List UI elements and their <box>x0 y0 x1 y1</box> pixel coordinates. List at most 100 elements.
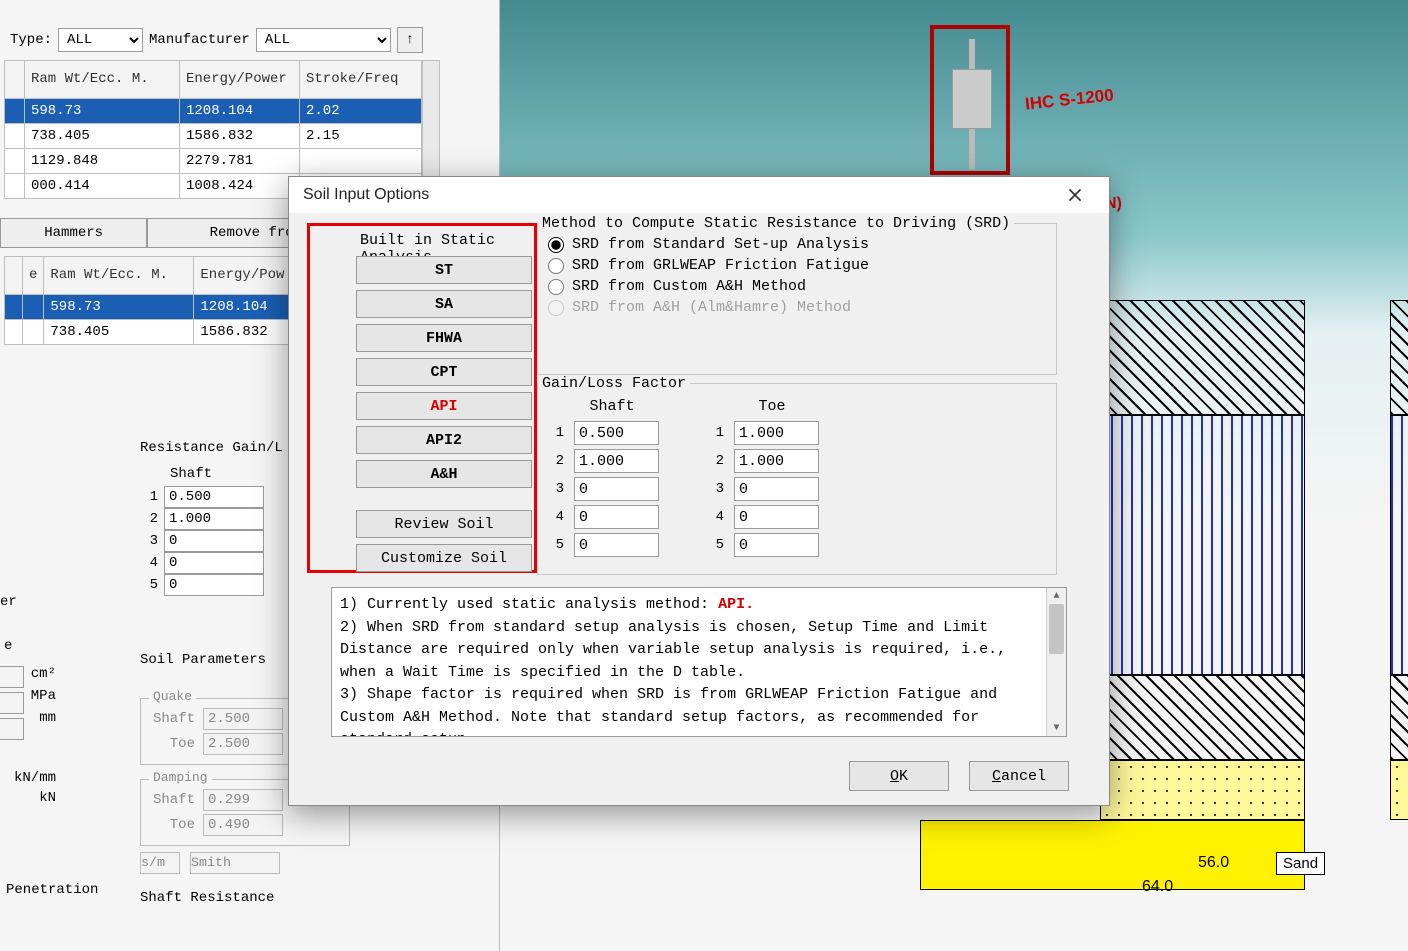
table-row[interactable]: 598.731208.104 <box>5 295 294 320</box>
srd-opt-custom-ah[interactable]: SRD from Custom A&H Method <box>548 278 1056 295</box>
method-api[interactable]: API <box>356 392 532 420</box>
radio-ah <box>548 300 564 316</box>
resistance-gain-loss: Resistance Gain/L Shaft 1 2 3 4 5 <box>140 440 300 596</box>
customize-soil-button[interactable]: Customize Soil <box>356 544 532 572</box>
dialog-title: Soil Input Options <box>303 186 429 204</box>
scroll-down-icon[interactable]: ▼ <box>1047 720 1066 736</box>
rgl-shaft-3[interactable] <box>164 530 264 552</box>
method-st[interactable]: ST <box>356 256 532 284</box>
srd-title: Method to Compute Static Resistance to D… <box>538 215 1014 232</box>
col-energy-2[interactable]: Energy/Pow <box>194 257 294 295</box>
unit-kn: kN <box>39 790 56 806</box>
info-scrollbar[interactable]: ▲ ▼ <box>1046 588 1066 736</box>
damping-toe[interactable] <box>203 814 283 836</box>
stratum-yellow <box>920 820 1305 890</box>
close-icon <box>1068 188 1082 202</box>
hammer-outline <box>930 25 1010 175</box>
gl-toe-3[interactable] <box>734 477 819 501</box>
srd-method-group: Method to Compute Static Resistance to D… <box>537 215 1057 375</box>
radio-custom-ah[interactable] <box>548 279 564 295</box>
quake-toe[interactable] <box>203 733 283 755</box>
soil-input-options-dialog: Soil Input Options Built in Static Analy… <box>288 176 1110 806</box>
scroll-up-icon[interactable]: ▲ <box>1047 588 1066 604</box>
srd-opt-standard[interactable]: SRD from Standard Set-up Analysis <box>548 236 1056 253</box>
gl-shaft-1[interactable] <box>574 421 659 445</box>
quake-shaft[interactable] <box>203 708 283 730</box>
stratum-diag-1 <box>1100 300 1305 415</box>
unit-mpa: MPa <box>31 688 56 704</box>
gl-toe-4[interactable] <box>734 505 819 529</box>
cancel-button[interactable]: Cancel <box>969 761 1069 791</box>
gain-loss-group: Gain/Loss Factor Shaft 1 2 3 4 5 Toe 1 2… <box>537 375 1057 575</box>
table-row[interactable]: 738.4051586.8322.15 <box>5 124 422 149</box>
gl-toe-5[interactable] <box>734 533 819 557</box>
table-row[interactable]: 738.4051586.832 <box>5 320 294 345</box>
hammer-table-selected[interactable]: e Ram Wt/Ecc. M. Energy/Pow 598.731208.1… <box>4 256 294 345</box>
scroll-thumb[interactable] <box>1049 604 1064 654</box>
srd-opt-ah: SRD from A&H (Alm&Hamre) Method <box>548 299 1056 316</box>
radio-grlweap[interactable] <box>548 258 564 274</box>
dialog-titlebar[interactable]: Soil Input Options <box>289 177 1109 213</box>
stratum-right-vert <box>1390 415 1408 675</box>
stratum-vert <box>1100 415 1305 675</box>
srd-opt-grlweap[interactable]: SRD from GRLWEAP Friction Fatigue <box>548 257 1056 274</box>
er-label: er <box>0 594 17 610</box>
quake-title: Quake <box>149 689 196 704</box>
depth-56: 56.0 <box>1198 854 1229 872</box>
filter-row: Type: ALL Manufacturer ALL ↑ <box>0 25 440 55</box>
builtin-methods-group: Built in Static Analysis ST SA FHWA CPT … <box>307 223 537 573</box>
stratum-right-dots <box>1390 760 1408 820</box>
rgl-shaft-1[interactable] <box>164 486 264 508</box>
damping-shaft[interactable] <box>203 789 283 811</box>
stratum-right-diag-2 <box>1390 675 1408 760</box>
manufacturer-label: Manufacturer <box>149 32 250 48</box>
method-sa[interactable]: SA <box>356 290 532 318</box>
soil-parameters-title: Soil Parameters <box>140 652 266 668</box>
review-soil-button[interactable]: Review Soil <box>356 510 532 538</box>
table-row[interactable]: 1129.8482279.781 <box>5 149 422 174</box>
up-arrow-button[interactable]: ↑ <box>397 27 423 53</box>
gl-toe-1[interactable] <box>734 421 819 445</box>
type-select[interactable]: ALL <box>58 28 143 52</box>
stratum-dots <box>1100 760 1305 820</box>
e-label: e <box>4 638 12 654</box>
field-mm <box>0 718 24 740</box>
stratum-diag-2 <box>1100 675 1305 760</box>
info-textarea[interactable]: 1) Currently used static analysis method… <box>331 587 1067 737</box>
rgl-shaft-2[interactable] <box>164 508 264 530</box>
gl-shaft-3[interactable] <box>574 477 659 501</box>
hammer-label: IHC S-1200 <box>1024 85 1114 114</box>
method-fhwa[interactable]: FHWA <box>356 324 532 352</box>
method-cpt[interactable]: CPT <box>356 358 532 386</box>
damping-title: Damping <box>149 770 212 785</box>
rgl-shaft-5[interactable] <box>164 574 264 596</box>
smith-field[interactable] <box>190 852 280 874</box>
penetration-label: Penetration <box>6 882 98 898</box>
col-stroke[interactable]: Stroke/Freq <box>300 61 422 99</box>
gl-toe-2[interactable] <box>734 449 819 473</box>
ok-button[interactable]: OK <box>849 761 949 791</box>
sm-field[interactable] <box>140 852 180 874</box>
unit-cm2: cm² <box>31 666 56 682</box>
col-ram-2[interactable]: Ram Wt/Ecc. M. <box>44 257 194 295</box>
field-mpa <box>0 692 24 714</box>
close-button[interactable] <box>1055 180 1095 210</box>
arrow-up-icon: ↑ <box>406 32 414 48</box>
gl-shaft-4[interactable] <box>574 505 659 529</box>
unit-mm: mm <box>39 710 56 726</box>
hammers-button[interactable]: Hammers <box>0 218 147 248</box>
radio-standard[interactable] <box>548 237 564 253</box>
type-label: Type: <box>10 32 52 48</box>
col-energy[interactable]: Energy/Power <box>180 61 300 99</box>
field-cm2 <box>0 666 24 688</box>
table-row[interactable]: 598.731208.1042.02 <box>5 99 422 124</box>
rgl-shaft-4[interactable] <box>164 552 264 574</box>
col-ram[interactable]: Ram Wt/Ecc. M. <box>25 61 180 99</box>
gl-shaft-2[interactable] <box>574 449 659 473</box>
manufacturer-select[interactable]: ALL <box>256 28 391 52</box>
method-api2[interactable]: API2 <box>356 426 532 454</box>
gl-toe-col: Toe 1 2 3 4 5 <box>712 398 832 559</box>
gl-shaft-5[interactable] <box>574 533 659 557</box>
method-ah[interactable]: A&H <box>356 460 532 488</box>
sand-label: Sand <box>1276 852 1325 875</box>
